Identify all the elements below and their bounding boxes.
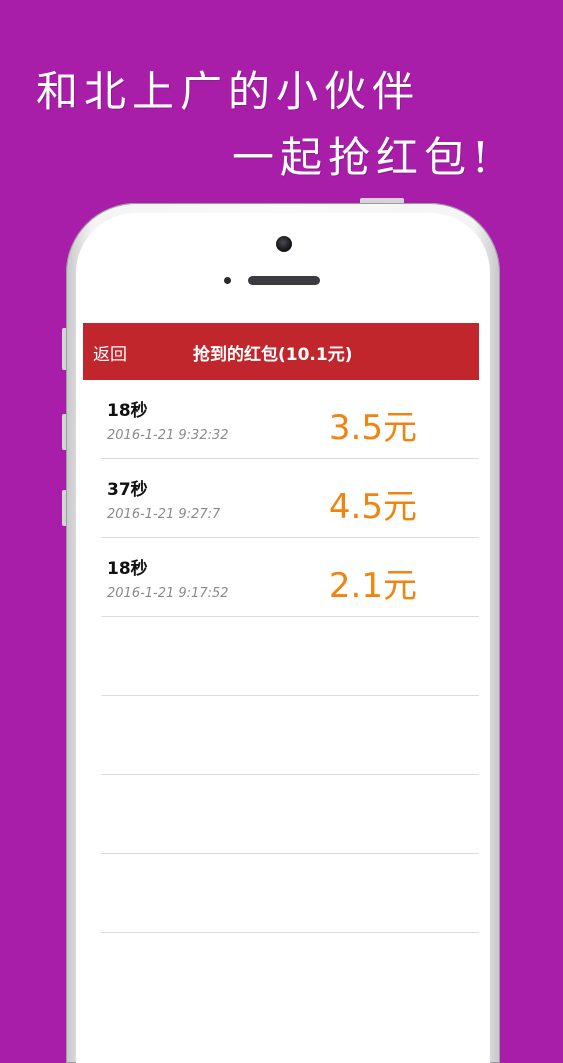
front-camera-icon	[276, 236, 292, 252]
packet-amount: 3.5元	[328, 408, 417, 448]
proximity-sensor	[224, 277, 231, 284]
grab-timestamp: 2016-1-21 9:27:7	[107, 507, 221, 522]
red-packet-list: 18秒 2016-1-21 9:32:32 3.5元 37秒 2016-1-21…	[101, 380, 479, 933]
list-item[interactable]: 37秒 2016-1-21 9:27:7 4.5元	[101, 459, 479, 538]
promo-headline-line2: 一起抢红包!	[232, 133, 495, 182]
page-title: 抢到的红包(10.1元)	[193, 345, 353, 365]
grab-duration: 18秒	[107, 401, 148, 421]
list-item[interactable]: 18秒 2016-1-21 9:17:52 2.1元	[101, 538, 479, 617]
grab-timestamp: 2016-1-21 9:32:32	[107, 428, 229, 443]
earpiece-speaker	[248, 276, 320, 285]
grab-timestamp: 2016-1-21 9:17:52	[107, 586, 229, 601]
list-item[interactable]: 18秒 2016-1-21 9:32:32 3.5元	[101, 380, 479, 459]
grab-duration: 37秒	[107, 480, 148, 500]
packet-amount: 2.1元	[328, 566, 417, 606]
empty-list-row	[101, 617, 479, 696]
packet-amount: 4.5元	[328, 487, 417, 527]
grab-duration: 18秒	[107, 559, 148, 579]
promo-headline-line1: 和北上广的小伙伴	[36, 67, 421, 116]
empty-list-row	[101, 775, 479, 854]
navigation-bar: 返回 抢到的红包(10.1元)	[83, 323, 479, 380]
back-button[interactable]: 返回	[93, 340, 127, 365]
app-screen: 返回 抢到的红包(10.1元) 18秒 2016-1-21 9:32:32 3.…	[83, 323, 479, 1000]
empty-list-row	[101, 696, 479, 775]
empty-list-row	[101, 854, 479, 933]
